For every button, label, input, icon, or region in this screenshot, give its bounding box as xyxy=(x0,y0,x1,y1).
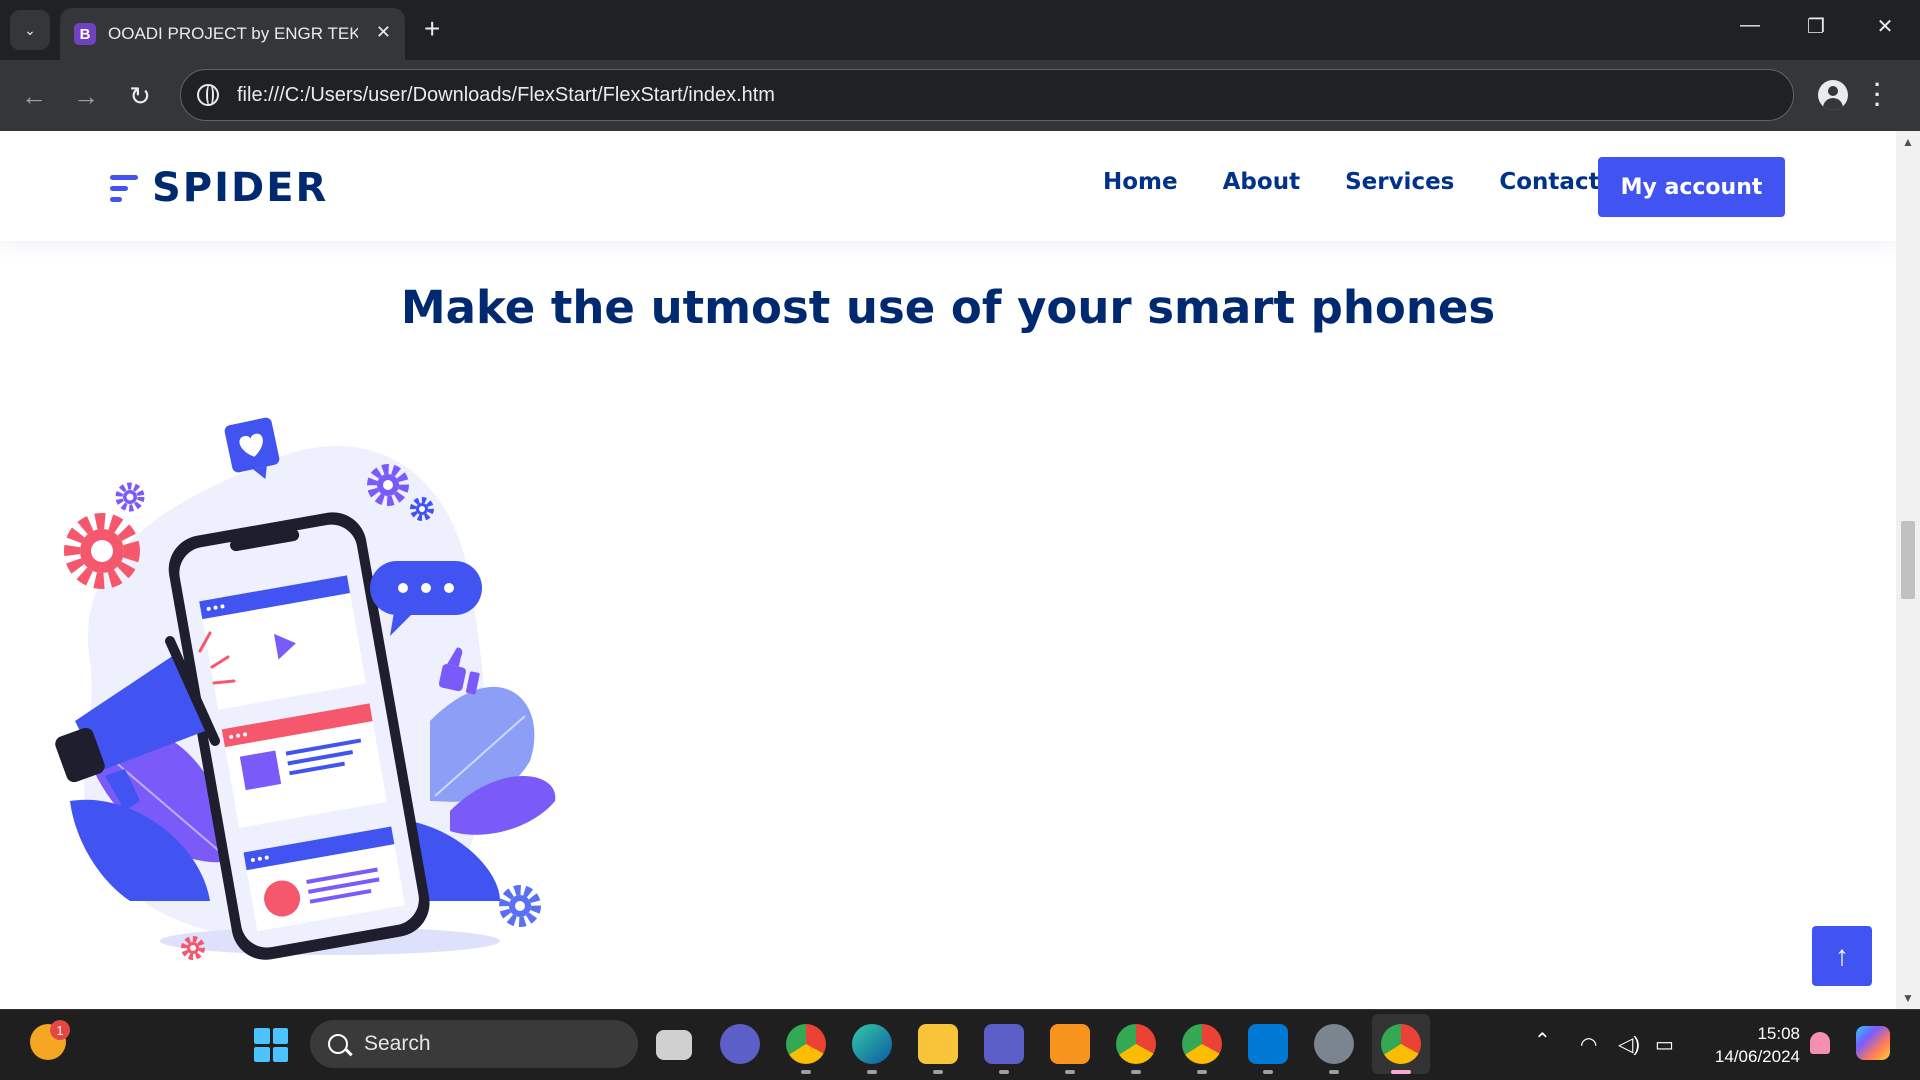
close-window-icon[interactable]: ✕ xyxy=(1870,14,1900,39)
search-icon xyxy=(328,1034,348,1054)
running-indicator xyxy=(1263,1070,1273,1074)
restore-icon[interactable]: ❐ xyxy=(1801,14,1831,39)
weather-badge: 1 xyxy=(50,1020,70,1040)
running-indicator xyxy=(801,1070,811,1074)
scrollbar-thumb[interactable] xyxy=(1901,521,1915,599)
page-viewport: SPIDER Home About Services Contact My ac… xyxy=(0,131,1896,1009)
section-headline: Make the utmost use of your smart phones xyxy=(400,281,1496,334)
profile-icon[interactable] xyxy=(1818,80,1848,110)
vscode-icon[interactable] xyxy=(1248,1024,1288,1064)
url-text[interactable]: file:///C:/Users/user/Downloads/FlexStar… xyxy=(237,84,775,107)
running-indicator xyxy=(1329,1070,1339,1074)
site-logo[interactable]: SPIDER xyxy=(110,165,328,211)
site-header: SPIDER Home About Services Contact My ac… xyxy=(0,131,1896,241)
chrome-profile-m-icon[interactable] xyxy=(1182,1024,1222,1064)
running-indicator xyxy=(1131,1070,1141,1074)
nav-link-services[interactable]: Services xyxy=(1345,169,1454,195)
scroll-to-top-button[interactable]: ↑ xyxy=(1812,926,1872,986)
browser-tab[interactable]: B OOADI PROJECT by ENGR TEKO ✕ xyxy=(60,8,405,60)
clock-date: 14/06/2024 xyxy=(1714,1047,1800,1066)
close-tab-icon[interactable]: ✕ xyxy=(376,22,391,43)
pdf-reader-icon[interactable] xyxy=(1050,1024,1090,1064)
logo-text: SPIDER xyxy=(152,165,329,211)
nav-link-contact[interactable]: Contact xyxy=(1499,169,1599,195)
browser-menu-icon[interactable]: · · · xyxy=(1874,74,1881,116)
nav-link-home[interactable]: Home xyxy=(1103,169,1178,195)
gear-icon-bottom-blue xyxy=(499,885,541,927)
tab-title: OOADI PROJECT by ENGR TEKO xyxy=(108,24,358,43)
running-indicator xyxy=(933,1070,943,1074)
tab-search-button[interactable]: ⌄ xyxy=(10,10,50,50)
teams-chat-icon[interactable] xyxy=(720,1024,760,1064)
windows-taskbar: 1 Search ⌃ ◠ ◁) ▭ 15:08 14/06/2024 xyxy=(0,1009,1920,1080)
smartphone-illustration xyxy=(55,417,556,960)
running-indicator xyxy=(867,1070,877,1074)
gear-icon-top-blue xyxy=(410,497,434,521)
gear-icon-bottom-pink xyxy=(181,936,205,960)
wifi-icon[interactable]: ◠ xyxy=(1580,1032,1597,1057)
taskbar-clock[interactable]: 15:08 14/06/2024 xyxy=(1690,1022,1800,1068)
forward-icon[interactable]: → xyxy=(66,76,106,116)
scroll-down-arrow-icon[interactable]: ▼ xyxy=(1902,991,1914,1005)
bootstrap-favicon-icon: B xyxy=(74,23,96,45)
running-indicator xyxy=(999,1070,1009,1074)
new-tab-button[interactable]: + xyxy=(424,14,440,44)
taskbar-search[interactable]: Search xyxy=(310,1020,638,1068)
address-bar[interactable]: file:///C:/Users/user/Downloads/FlexStar… xyxy=(180,69,1794,121)
site-info-icon[interactable] xyxy=(197,84,219,106)
show-hidden-icons-icon[interactable]: ⌃ xyxy=(1534,1028,1551,1053)
gear-icon-pink xyxy=(64,513,140,589)
settings-icon[interactable] xyxy=(1314,1024,1354,1064)
search-label: Search xyxy=(364,1032,431,1055)
volume-icon[interactable]: ◁) xyxy=(1618,1032,1640,1057)
clock-time: 15:08 xyxy=(1757,1024,1800,1043)
edge-icon[interactable] xyxy=(852,1024,892,1064)
minimize-icon[interactable]: — xyxy=(1735,14,1765,37)
notification-bell-icon[interactable] xyxy=(1810,1032,1830,1054)
running-indicator xyxy=(1065,1070,1075,1074)
active-indicator xyxy=(1391,1070,1411,1074)
scroll-up-arrow-icon[interactable]: ▲ xyxy=(1902,135,1914,149)
main-nav: Home About Services Contact xyxy=(1103,169,1645,195)
running-indicator xyxy=(1197,1070,1207,1074)
browser-toolbar: ← → ↻ file:///C:/Users/user/Downloads/Fl… xyxy=(0,60,1920,131)
nav-link-about[interactable]: About xyxy=(1223,169,1300,195)
back-icon[interactable]: ← xyxy=(14,76,54,116)
battery-icon[interactable]: ▭ xyxy=(1655,1032,1674,1057)
my-account-button[interactable]: My account xyxy=(1598,157,1785,217)
start-icon[interactable] xyxy=(254,1028,288,1062)
logo-mark-icon xyxy=(110,167,142,209)
browser-tab-strip: ⌄ B OOADI PROJECT by ENGR TEKO ✕ + — ❐ ✕ xyxy=(0,0,1920,60)
chrome-profile-photo-icon[interactable] xyxy=(1116,1024,1156,1064)
chrome-icon[interactable] xyxy=(1381,1024,1421,1064)
chrome-profile-k-icon[interactable] xyxy=(786,1024,826,1064)
copilot-icon[interactable] xyxy=(1856,1026,1890,1060)
task-view-icon[interactable] xyxy=(656,1030,692,1060)
file-explorer-icon[interactable] xyxy=(918,1024,958,1064)
page-scrollbar[interactable]: ▲ ▼ xyxy=(1896,131,1920,1009)
teams-icon[interactable] xyxy=(984,1024,1024,1064)
gear-icon-small-purple xyxy=(115,482,145,512)
reload-icon[interactable]: ↻ xyxy=(120,76,160,116)
